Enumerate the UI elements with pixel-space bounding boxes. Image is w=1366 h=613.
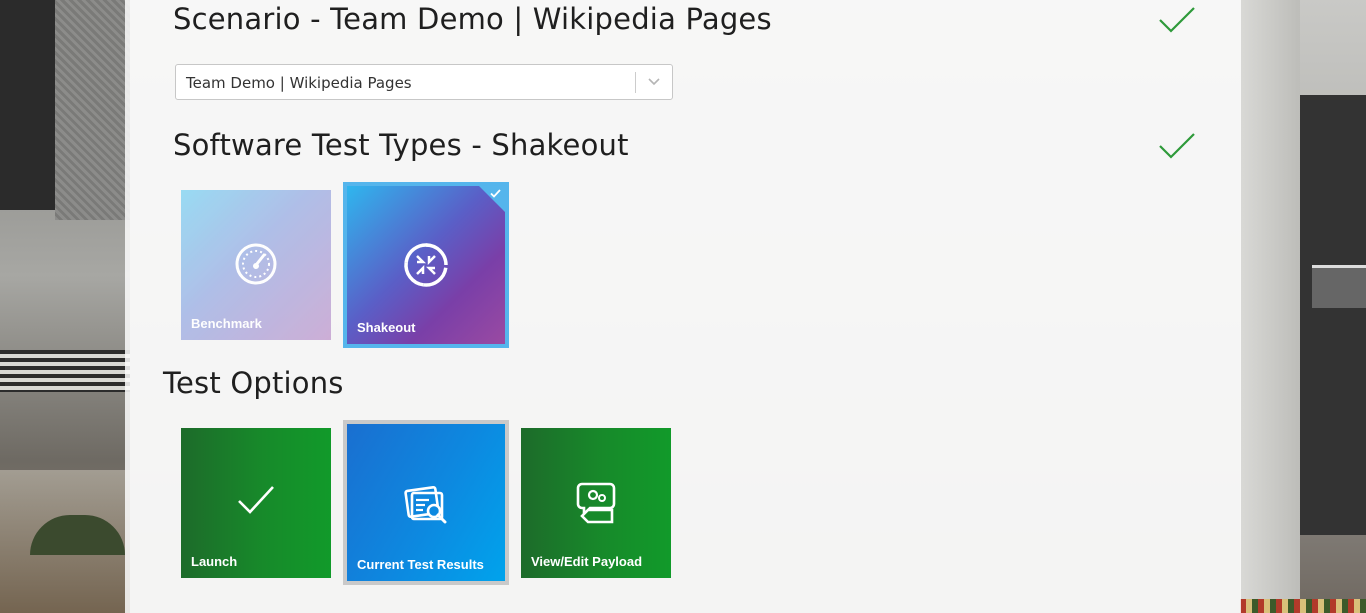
current-test-results-tile[interactable]: Current Test Results xyxy=(347,424,505,581)
launch-label: Launch xyxy=(191,554,238,569)
current-test-results-label: Current Test Results xyxy=(357,557,484,572)
launch-tile[interactable]: Launch xyxy=(181,428,331,578)
test-options-heading: Test Options xyxy=(163,366,344,400)
shakeout-arrows-icon xyxy=(404,243,448,287)
scenario-select[interactable]: Team Demo | Wikipedia Pages xyxy=(175,64,673,100)
selected-check-icon xyxy=(490,189,501,198)
test-types-heading: Software Test Types - Shakeout xyxy=(173,128,629,162)
select-divider xyxy=(635,72,636,93)
settings-chat-icon xyxy=(576,482,616,524)
benchmark-tile[interactable]: Benchmark xyxy=(181,190,331,340)
shakeout-label: Shakeout xyxy=(357,320,416,335)
benchmark-label: Benchmark xyxy=(191,316,262,331)
scenario-complete-check-icon xyxy=(1159,7,1195,33)
chevron-down-icon[interactable] xyxy=(646,75,662,89)
checkmark-icon xyxy=(238,486,274,514)
scenario-heading: Scenario - Team Demo | Wikipedia Pages xyxy=(173,2,772,36)
test-types-complete-check-icon xyxy=(1159,133,1195,159)
document-search-icon xyxy=(404,485,447,524)
view-edit-payload-tile[interactable]: View/Edit Payload xyxy=(521,428,671,578)
shakeout-tile[interactable]: Shakeout xyxy=(347,186,505,344)
scenario-select-value: Team Demo | Wikipedia Pages xyxy=(186,74,412,92)
view-edit-payload-label: View/Edit Payload xyxy=(531,554,643,569)
speedometer-icon xyxy=(235,243,277,285)
